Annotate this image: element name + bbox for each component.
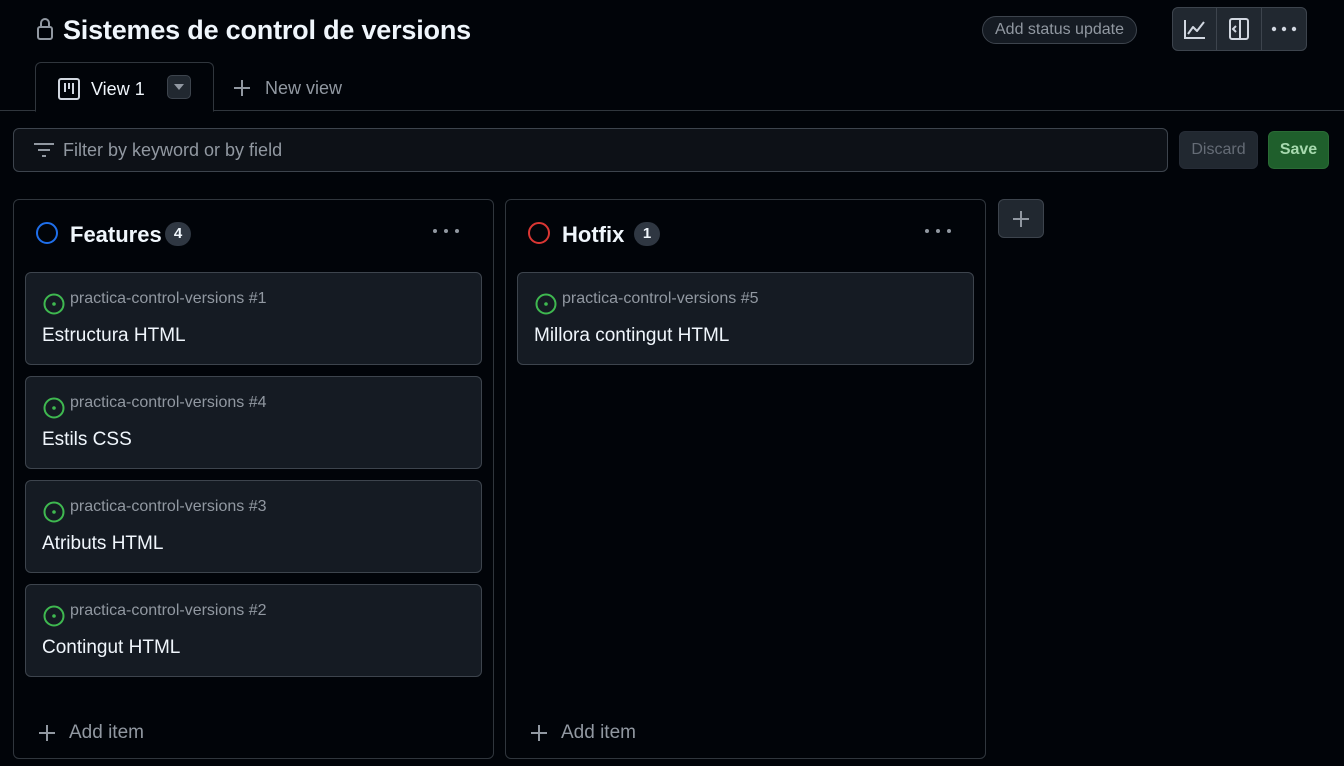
kebab-dot-icon [936, 229, 940, 233]
card-title[interactable]: Atributs HTML [42, 533, 163, 555]
side-panel-button[interactable] [1217, 8, 1262, 50]
card-reference[interactable]: practica-control-versions #1 [70, 290, 267, 308]
board-card[interactable]: practica-control-versions #4 Estils CSS [25, 376, 482, 469]
new-view-button[interactable]: New view [232, 76, 342, 100]
column-title: Features [70, 222, 162, 247]
board-icon [58, 78, 80, 100]
tab-view-1-label: View 1 [91, 79, 145, 99]
add-column-button[interactable] [998, 199, 1044, 238]
add-item-label: Add item [69, 722, 144, 743]
board-card[interactable]: practica-control-versions #5 Millora con… [517, 272, 974, 365]
project-title: Sistemes de control de versions [63, 15, 471, 45]
insights-graph-icon [1183, 20, 1205, 39]
more-options-button[interactable] [1262, 8, 1306, 50]
status-circle-icon [528, 222, 550, 244]
card-reference[interactable]: practica-control-versions #4 [70, 394, 267, 412]
column-title: Hotfix [562, 222, 625, 247]
card-reference[interactable]: practica-control-versions #2 [70, 602, 267, 620]
issue-opened-icon [43, 397, 65, 419]
kebab-dot-icon [947, 229, 951, 233]
kebab-dot-icon [455, 229, 459, 233]
card-title[interactable]: Estructura HTML [42, 325, 186, 347]
kebab-dot-icon [444, 229, 448, 233]
project-header: Sistemes de control de versions Add stat… [0, 0, 1344, 112]
card-title[interactable]: Estils CSS [42, 429, 132, 451]
card-title[interactable]: Millora contingut HTML [534, 325, 729, 347]
tab-view-1[interactable]: View 1 [35, 62, 214, 112]
add-item-button[interactable]: Add item [38, 720, 144, 746]
plus-icon [234, 80, 250, 96]
add-item-label: Add item [561, 722, 636, 743]
column-hotfix: Hotfix 1 practica-control-versions #5 Mi… [505, 199, 986, 759]
new-view-label: New view [265, 77, 343, 98]
column-count-badge: 4 [165, 222, 191, 246]
filter-icon [34, 143, 54, 157]
card-reference[interactable]: practica-control-versions #3 [70, 498, 267, 516]
column-header: Hotfix 1 [506, 200, 985, 270]
save-button[interactable]: Save [1268, 131, 1329, 169]
insights-button[interactable] [1173, 8, 1218, 50]
issue-opened-icon [535, 293, 557, 315]
view-options-dropdown[interactable] [167, 75, 191, 99]
plus-icon [531, 725, 547, 741]
issue-opened-icon [43, 501, 65, 523]
column-menu-button[interactable] [433, 226, 459, 236]
project-actions-group [1172, 7, 1307, 51]
plus-icon [39, 725, 55, 741]
filter-input[interactable] [63, 137, 1143, 163]
side-panel-icon [1229, 18, 1250, 40]
kebab-menu-icon [1271, 26, 1297, 32]
board-card[interactable]: practica-control-versions #3 Atributs HT… [25, 480, 482, 573]
issue-opened-icon [43, 605, 65, 627]
issue-opened-icon [43, 293, 65, 315]
filter-bar [13, 128, 1168, 172]
column-features: Features 4 practica-control-versions #1 … [13, 199, 494, 759]
status-circle-icon [36, 222, 58, 244]
column-count-badge: 1 [634, 222, 660, 246]
caret-down-icon [174, 84, 184, 90]
kebab-dot-icon [433, 229, 437, 233]
plus-icon [1013, 210, 1029, 227]
board-card[interactable]: practica-control-versions #2 Contingut H… [25, 584, 482, 677]
add-status-update-button[interactable]: Add status update [982, 16, 1137, 44]
discard-button[interactable]: Discard [1179, 131, 1258, 169]
column-header: Features 4 [14, 200, 493, 270]
lock-icon [37, 18, 53, 40]
board-card[interactable]: practica-control-versions #1 Estructura … [25, 272, 482, 365]
add-item-button[interactable]: Add item [530, 720, 636, 746]
card-title[interactable]: Contingut HTML [42, 637, 180, 659]
kebab-dot-icon [925, 229, 929, 233]
card-reference[interactable]: practica-control-versions #5 [562, 290, 759, 308]
column-menu-button[interactable] [925, 226, 951, 236]
